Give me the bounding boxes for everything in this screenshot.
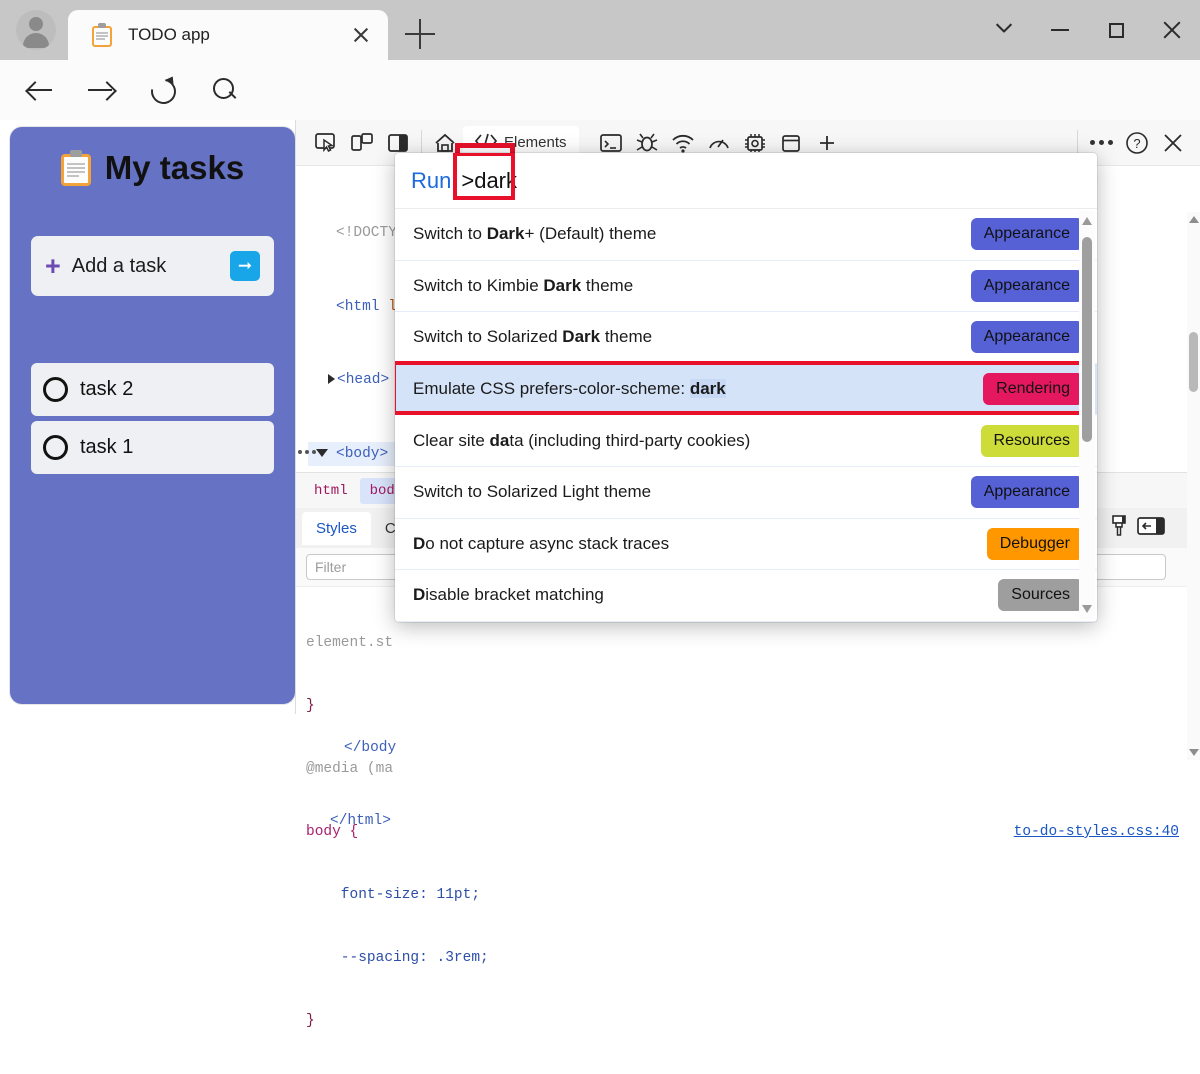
status-badge: Appearance	[971, 270, 1083, 302]
toggle-sidebar-icon[interactable]	[1137, 516, 1165, 541]
scroll-down-arrow[interactable]	[1189, 749, 1199, 756]
command-palette-list[interactable]: Switch to Dark+ (Default) theme Appearan…	[395, 209, 1097, 622]
list-item[interactable]: task 1	[31, 421, 274, 474]
list-item[interactable]: Switch to Solarized Light theme Appearan…	[395, 467, 1097, 519]
paintbrush-icon[interactable]	[1109, 515, 1129, 542]
forward-arrow-icon[interactable]	[84, 74, 116, 106]
device-emulation-icon[interactable]	[344, 126, 380, 160]
command-label: Disable bracket matching	[413, 585, 998, 605]
status-badge: Debugger	[987, 528, 1083, 560]
dom-node-text: <body>	[336, 446, 388, 462]
plus-icon: +	[45, 253, 61, 280]
unchecked-circle-icon[interactable]	[43, 435, 68, 460]
list-item[interactable]: Do not capture async stack traces Debugg…	[395, 519, 1097, 571]
task-label: task 2	[80, 378, 133, 401]
css-line: element.st	[306, 635, 393, 651]
scroll-up-arrow[interactable]	[1189, 216, 1199, 223]
back-arrow-icon[interactable]	[24, 74, 56, 106]
inspect-element-icon[interactable]	[308, 126, 344, 160]
clipboard-icon	[61, 150, 91, 186]
dom-node[interactable]: </body	[308, 736, 638, 761]
styles-scrollbar[interactable]	[1187, 212, 1200, 760]
command-palette: Run >dark Switch to Dark+ (Default) them…	[395, 153, 1097, 622]
chevron-right-icon[interactable]	[328, 374, 335, 384]
chevron-down-icon[interactable]	[976, 8, 1032, 52]
unchecked-circle-icon[interactable]	[43, 377, 68, 402]
add-task-placeholder: Add a task	[72, 255, 230, 278]
close-window-icon[interactable]	[1144, 8, 1200, 52]
minimize-icon[interactable]	[1032, 8, 1088, 52]
profile-avatar[interactable]	[16, 10, 56, 50]
css-source-link[interactable]: to-do-styles.css:40	[1014, 822, 1179, 843]
list-item[interactable]: Switch to Solarized Dark theme Appearanc…	[395, 312, 1097, 364]
css-line: body {	[306, 824, 358, 840]
status-badge: Resources	[981, 425, 1083, 457]
chevron-down-icon[interactable]	[316, 449, 328, 457]
status-badge: Rendering	[983, 373, 1083, 405]
navigation-bar: localhost:8080/demo-to-do/ A ☆	[0, 60, 1200, 120]
task-label: task 1	[80, 436, 133, 459]
styles-pane-actions	[1109, 515, 1195, 542]
css-line: --spacing: .3rem;	[306, 950, 489, 966]
css-line: }	[306, 698, 315, 714]
status-badge: Appearance	[971, 321, 1083, 353]
command-label: Switch to Solarized Dark theme	[413, 327, 971, 347]
title-bar: TODO app	[0, 0, 1200, 60]
devtools-close-icon[interactable]	[1155, 126, 1191, 160]
command-label: Switch to Kimbie Dark theme	[413, 276, 971, 296]
status-badge: Sources	[998, 579, 1083, 611]
list-item[interactable]: task 2	[31, 363, 274, 416]
arrow-right-icon[interactable]: ➞	[230, 251, 260, 281]
svg-text:?: ?	[1133, 136, 1140, 151]
status-badge: Appearance	[971, 476, 1083, 508]
page-title: My tasks	[105, 149, 244, 187]
dom-node-text: </body	[344, 740, 396, 756]
list-item[interactable]: Clear site data (including third-party c…	[395, 415, 1097, 467]
scrollbar-thumb[interactable]	[1189, 332, 1198, 392]
list-item[interactable]: Switch to Dark+ (Default) theme Appearan…	[395, 209, 1097, 261]
scroll-up-arrow[interactable]	[1082, 217, 1092, 225]
command-label: Clear site data (including third-party c…	[413, 431, 981, 451]
command-label: Do not capture async stack traces	[413, 534, 987, 554]
tab-styles[interactable]: Styles	[302, 512, 371, 545]
dom-node-text: <html	[336, 299, 380, 315]
clipboard-icon	[92, 23, 114, 47]
browser-tab[interactable]: TODO app	[68, 10, 388, 60]
palette-run-label: Run	[411, 168, 451, 194]
dom-node-text: <head>	[337, 372, 389, 388]
todo-app-panel: My tasks + Add a task ➞ To do task 2 tas…	[10, 127, 295, 704]
new-tab-button[interactable]	[405, 18, 437, 50]
add-task-input[interactable]: + Add a task ➞	[31, 236, 274, 296]
css-line: }	[306, 1013, 315, 1029]
status-badge: Appearance	[971, 218, 1083, 250]
list-item-selected[interactable]: Emulate CSS prefers-color-scheme: dark R…	[395, 364, 1097, 416]
node-menu-icon[interactable]	[298, 450, 316, 454]
breadcrumb-item-html[interactable]: html	[304, 478, 358, 504]
command-label: Switch to Dark+ (Default) theme	[413, 224, 971, 244]
css-line: @media (ma	[306, 761, 393, 777]
command-palette-scrollbar[interactable]	[1079, 211, 1095, 619]
todo-header: My tasks	[10, 127, 295, 187]
maximize-icon[interactable]	[1088, 8, 1144, 52]
command-label: Switch to Solarized Light theme	[413, 482, 971, 502]
search-icon[interactable]	[208, 74, 240, 106]
window-controls	[976, 0, 1200, 60]
command-label: Emulate CSS prefers-color-scheme: dark	[413, 379, 983, 399]
scrollbar-thumb[interactable]	[1082, 237, 1092, 442]
tab-title: TODO app	[128, 25, 348, 45]
scroll-down-arrow[interactable]	[1082, 605, 1092, 613]
list-item[interactable]: Disable bracket matching Sources	[395, 570, 1097, 622]
close-tab-icon[interactable]	[348, 22, 374, 48]
css-line: font-size: 11pt;	[306, 887, 480, 903]
list-item[interactable]: Switch to Kimbie Dark theme Appearance	[395, 261, 1097, 313]
reload-icon[interactable]	[146, 74, 178, 106]
annotation-input-highlight	[453, 153, 515, 200]
command-palette-header: Run >dark	[395, 153, 1097, 209]
help-icon[interactable]: ?	[1119, 126, 1155, 160]
browser-window: TODO app localhost:8080/demo-to-do/ A	[0, 0, 1200, 714]
